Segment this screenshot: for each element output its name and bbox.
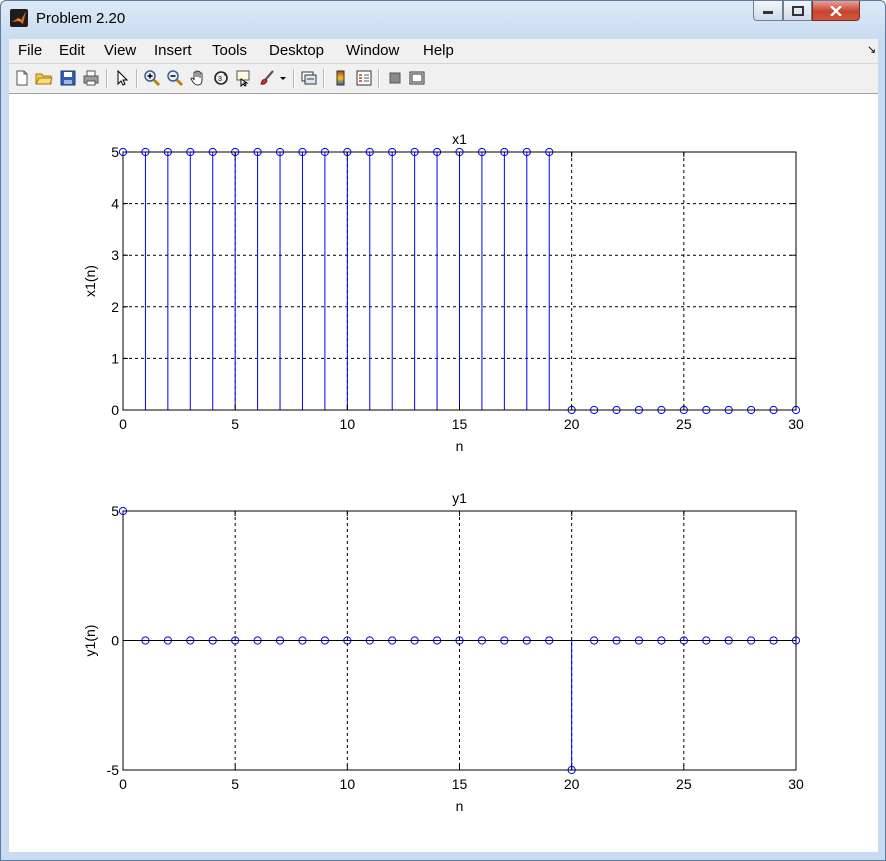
menu-help[interactable]: Help <box>423 42 454 59</box>
y-tick-label: 5 <box>111 144 119 160</box>
axes-title: y1 <box>452 490 467 506</box>
y-tick-label: 3 <box>111 247 119 263</box>
window-title: Problem 2.20 <box>36 10 126 27</box>
toolbar-separator <box>136 69 138 88</box>
y-axis-label: x1(n) <box>82 265 98 297</box>
y-tick-label: -5 <box>107 762 120 778</box>
x-tick-label: 0 <box>119 416 127 432</box>
figure-canvas[interactable]: 0 5 10 15 20 25 30 0 1 2 3 4 5 x1 n x1(n) 0 5 10 15 20 25… <box>9 94 878 852</box>
y-tick-label: 0 <box>111 633 119 649</box>
toolbar-separator <box>378 69 380 88</box>
x-tick-label: 20 <box>564 776 580 792</box>
link-plot-icon[interactable] <box>300 69 318 87</box>
y-tick-label: 1 <box>111 350 119 366</box>
x-tick-label: 30 <box>788 416 804 432</box>
menu-desktop[interactable]: Desktop <box>269 42 324 59</box>
print-icon[interactable] <box>82 69 100 87</box>
axes-x1[interactable]: 0 5 10 15 20 25 30 0 1 2 3 4 5 x1 n x1(n) <box>82 131 804 454</box>
title-bar[interactable]: Problem 2.20 <box>1 1 885 35</box>
data-cursor-icon[interactable] <box>235 69 253 87</box>
toolbar-separator <box>323 69 325 88</box>
y-tick-label: 2 <box>111 299 119 315</box>
pan-hand-icon[interactable] <box>189 69 207 87</box>
x-tick-label: 10 <box>340 416 356 432</box>
x-tick-label: 25 <box>676 776 692 792</box>
x-tick-label: 20 <box>564 416 580 432</box>
menu-insert[interactable]: Insert <box>154 42 192 59</box>
maximize-icon <box>791 5 804 16</box>
minimize-button[interactable] <box>753 1 783 21</box>
zoom-out-icon[interactable] <box>166 69 184 87</box>
x-tick-label: 25 <box>676 416 692 432</box>
open-file-icon[interactable] <box>35 69 53 87</box>
x-axis-label: n <box>456 438 464 454</box>
x-tick-label: 5 <box>231 416 239 432</box>
y-tick-label: 5 <box>111 503 119 519</box>
hide-plot-tools-icon[interactable] <box>386 69 404 87</box>
figure-plots: 0 5 10 15 20 25 30 0 1 2 3 4 5 x1 n x1(n) 0 5 10 15 20 25… <box>82 131 804 814</box>
select-arrow-icon[interactable] <box>113 69 131 87</box>
figure-toolbar: 3 <box>9 64 878 94</box>
figure-window: Problem 2.20 File Edit View Insert Tools… <box>0 0 886 861</box>
x-axis-label: n <box>456 798 464 814</box>
x-tick-label: 15 <box>452 416 468 432</box>
axes-y1[interactable]: 0 5 10 15 20 25 30-505 y1 n y1(n) <box>82 490 804 814</box>
zoom-in-icon[interactable] <box>143 69 161 87</box>
toolbar-separator <box>293 69 295 88</box>
new-figure-icon[interactable] <box>13 69 31 87</box>
y-tick-label: 4 <box>111 196 119 212</box>
insert-colorbar-icon[interactable] <box>332 69 350 87</box>
minimize-icon <box>763 10 773 14</box>
menu-bar: File Edit View Insert Tools Desktop Wind… <box>9 39 878 64</box>
y-tick-label: 0 <box>111 402 119 418</box>
close-icon <box>830 5 842 16</box>
menu-window[interactable]: Window <box>346 42 399 59</box>
x-tick-label: 15 <box>452 776 468 792</box>
toolbar-separator <box>106 69 108 88</box>
brush-icon[interactable] <box>258 69 276 87</box>
svg-text:3: 3 <box>218 76 222 83</box>
x-tick-label: 0 <box>119 776 127 792</box>
brush-dropdown-icon[interactable] <box>279 69 287 87</box>
x-tick-label: 5 <box>231 776 239 792</box>
close-button[interactable] <box>812 1 860 21</box>
y-axis-label: y1(n) <box>82 625 98 657</box>
maximize-button[interactable] <box>783 1 812 21</box>
menu-file[interactable]: File <box>18 42 42 59</box>
save-icon[interactable] <box>59 69 77 87</box>
show-plot-tools-icon[interactable] <box>408 69 426 87</box>
menu-tools[interactable]: Tools <box>212 42 247 59</box>
x-tick-label: 30 <box>788 776 804 792</box>
insert-legend-icon[interactable] <box>355 69 373 87</box>
dock-figure-icon[interactable]: ↘ <box>867 43 876 56</box>
rotate-3d-icon[interactable]: 3 <box>212 69 230 87</box>
menu-view[interactable]: View <box>104 42 136 59</box>
x-tick-label: 10 <box>340 776 356 792</box>
axes-title: x1 <box>452 131 467 147</box>
matlab-logo-icon <box>10 9 28 27</box>
menu-edit[interactable]: Edit <box>59 42 85 59</box>
